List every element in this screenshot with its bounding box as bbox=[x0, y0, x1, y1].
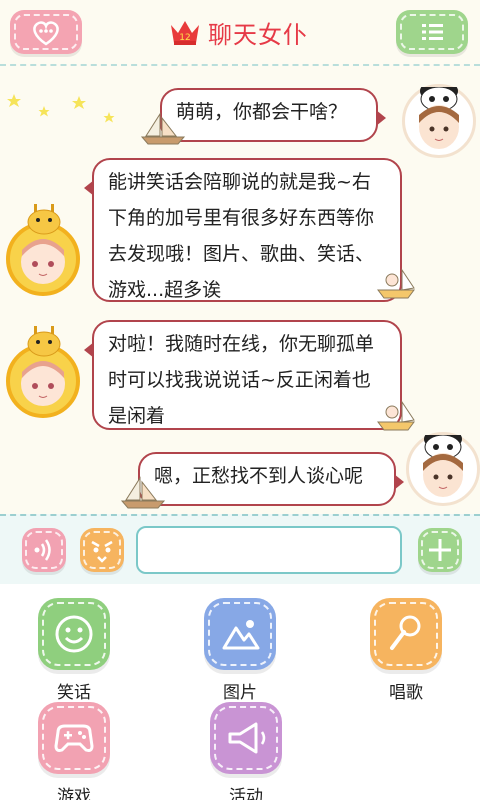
feature-icon-tile bbox=[38, 702, 110, 774]
message-line: 游戏...超多诶 bbox=[108, 279, 222, 301]
voice-button[interactable] bbox=[22, 528, 66, 572]
gamepad-icon bbox=[54, 724, 94, 752]
message-bubble-maid-3: 对啦！我随时在线，你无聊孤单 时可以找我说说话~反正闲着也 是闲着 bbox=[84, 320, 402, 430]
message-bubble-user-1: 萌萌，你都会干啥？ bbox=[160, 88, 386, 142]
picture-icon bbox=[222, 620, 260, 650]
plus-icon bbox=[429, 539, 451, 561]
chat-heart-button[interactable] bbox=[10, 10, 82, 54]
feature-singing[interactable]: 唱歌 bbox=[356, 592, 456, 712]
giraffe-head-decoration bbox=[27, 326, 61, 357]
message-text: 萌萌，你都会干啥？ bbox=[176, 101, 348, 123]
app-title-group: 12 聊天女仆 bbox=[168, 12, 308, 52]
message-line: 去发现哦！图片、歌曲、笑话、 bbox=[108, 243, 375, 265]
feature-icon-tile bbox=[38, 598, 110, 670]
message-line: 下角的加号里有很多好东西等你 bbox=[108, 207, 375, 229]
voice-icon bbox=[34, 539, 51, 561]
menu-icon bbox=[422, 24, 443, 40]
chat-heart-icon bbox=[33, 21, 59, 46]
feature-label: 活动 bbox=[229, 787, 263, 800]
message-line: 是闲着 bbox=[108, 405, 166, 427]
chat-area[interactable]: 萌萌，你都会干啥？ 能讲笑话会陪聊说的就是我~右 下角的加号里有很多好东西等你 … bbox=[0, 68, 480, 514]
crown-icon: 12 bbox=[171, 21, 199, 45]
feature-icon-tile bbox=[204, 598, 276, 670]
panda-boy-avatar-image bbox=[423, 432, 463, 497]
kid-boat-decoration bbox=[377, 400, 415, 431]
stars-decoration bbox=[7, 94, 115, 123]
message-bubble-maid-2: 能讲笑话会陪聊说的就是我~右 下角的加号里有很多好东西等你 去发现哦！图片、歌曲… bbox=[84, 158, 402, 302]
megaphone-icon bbox=[228, 722, 266, 754]
message-line: 能讲笑话会陪聊说的就是我~右 bbox=[108, 171, 371, 193]
giraffe-head-decoration bbox=[27, 204, 61, 235]
feature-pictures[interactable]: 图片 bbox=[190, 592, 290, 712]
user-avatar[interactable] bbox=[406, 432, 480, 506]
feature-label: 唱歌 bbox=[389, 683, 423, 703]
app-title: 聊天女仆 bbox=[208, 20, 308, 49]
sailboat-decoration bbox=[120, 476, 166, 509]
menu-button[interactable] bbox=[396, 10, 468, 54]
user-avatar[interactable] bbox=[402, 84, 476, 158]
sailboat-decoration bbox=[140, 112, 186, 145]
crown-number: 12 bbox=[179, 33, 190, 43]
panda-boy-avatar-image bbox=[419, 84, 459, 149]
feature-panel: 笑话 图片 唱歌 游戏 活动 bbox=[0, 584, 480, 800]
feature-icon-tile bbox=[210, 702, 282, 774]
input-bar bbox=[0, 514, 480, 584]
top-bar: 12 聊天女仆 bbox=[0, 0, 480, 66]
message-text: 嗯，正愁找不到人谈心呢 bbox=[154, 465, 364, 487]
emoji-face-icon bbox=[91, 540, 113, 563]
message-input[interactable] bbox=[136, 526, 402, 574]
message-line: 时可以找我说说话~反正闲着也 bbox=[108, 369, 371, 391]
feature-jokes[interactable]: 笑话 bbox=[24, 592, 124, 712]
more-features-button[interactable] bbox=[418, 528, 462, 572]
message-line: 对啦！我随时在线，你无聊孤单 bbox=[108, 333, 375, 355]
feature-events[interactable]: 活动 bbox=[196, 696, 296, 800]
feature-label: 游戏 bbox=[57, 787, 91, 800]
microphone-icon bbox=[390, 615, 421, 650]
kid-boat-decoration bbox=[377, 268, 415, 299]
feature-games[interactable]: 游戏 bbox=[24, 696, 124, 800]
feature-icon-tile bbox=[370, 598, 442, 670]
message-bubble-user-4: 嗯，正愁找不到人谈心呢 bbox=[138, 452, 404, 506]
emoji-button[interactable] bbox=[80, 528, 124, 572]
smiley-icon bbox=[55, 615, 93, 653]
